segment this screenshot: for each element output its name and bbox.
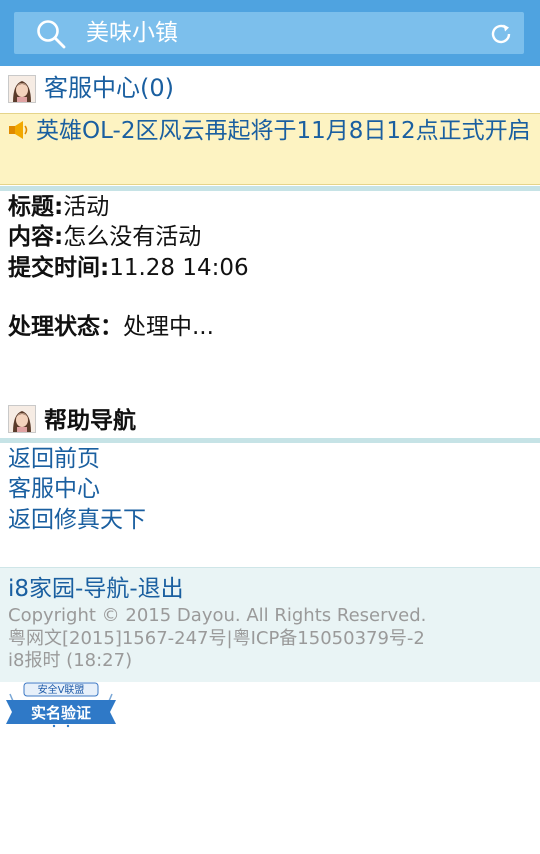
notice-text[interactable]: 英雄OL-2区风云再起将于11月8日12点正式开启 [8, 116, 534, 146]
ticket-title-label: 标题: [8, 194, 64, 220]
ticket-status-row: 处理状态：处理中... [8, 312, 214, 343]
help-nav-title: 帮助导航 [44, 408, 136, 434]
search-box[interactable]: 美味小镇 [14, 12, 524, 54]
ticket-title-value: 活动 [63, 194, 110, 220]
section-divider [0, 186, 540, 191]
ticket-time-label: 提交时间: [8, 255, 110, 281]
ticket-title-row: 标题:活动 [8, 192, 109, 223]
refresh-icon[interactable] [488, 21, 514, 47]
logout-link[interactable]: 退出 [138, 576, 184, 602]
ticket-content-label: 内容: [8, 224, 64, 250]
top-bar: 美味小镇 [0, 0, 540, 66]
badge-main-text: 实名验证 [31, 704, 91, 722]
footer: i8家园-导航-退出 Copyright © 2015 Dayou. All R… [0, 567, 540, 682]
ticket-time-row: 提交时间:11.28 14:06 [8, 253, 249, 284]
ticket-time-value: 11.28 14:06 [109, 255, 249, 281]
footer-nav: i8家园-导航-退出 [8, 574, 184, 604]
help-avatar-icon [8, 405, 36, 433]
verification-badge-icon[interactable]: 安全V联盟 实名验证 [4, 682, 118, 728]
customer-service-link[interactable]: 客服中心(0) [44, 72, 174, 104]
ticket-content-value: 怎么没有活动 [63, 224, 202, 250]
customer-service-nav-link[interactable]: 客服中心 [8, 474, 100, 504]
search-input[interactable]: 美味小镇 [86, 19, 178, 47]
back-game-link[interactable]: 返回修真天下 [8, 505, 146, 535]
time-text: i8报时 (18:27) [8, 650, 133, 671]
copyright-text: Copyright © 2015 Dayou. All Rights Reser… [8, 605, 427, 626]
footer-separator-2: - [129, 576, 138, 602]
license-text: 粤网文[2015]1567-247号|粤ICP备15050379号-2 [8, 628, 425, 649]
speaker-icon [9, 121, 28, 139]
back-previous-link[interactable]: 返回前页 [8, 444, 100, 474]
badge-top-text: 安全V联盟 [38, 683, 85, 696]
notice-banner: 英雄OL-2区风云再起将于11月8日12点正式开启 [0, 113, 540, 185]
ticket-status-label: 处理状态： [8, 314, 123, 340]
ticket-status-value: 处理中... [123, 314, 214, 340]
avatar-icon [8, 75, 36, 103]
notice-message: 英雄OL-2区风云再起将于11月8日12点正式开启 [36, 118, 531, 144]
search-icon[interactable] [36, 19, 66, 49]
help-divider [0, 438, 540, 443]
ticket-content-row: 内容:怎么没有活动 [8, 222, 201, 253]
nav-link[interactable]: 导航 [83, 576, 129, 602]
home-link[interactable]: i8家园 [8, 576, 75, 602]
